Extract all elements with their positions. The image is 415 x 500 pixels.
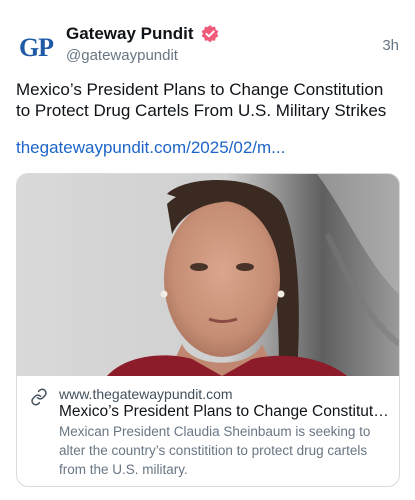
card-domain: www.thegatewaypundit.com xyxy=(59,386,233,402)
avatar[interactable]: GP xyxy=(16,28,56,68)
timestamp[interactable]: 3h xyxy=(382,37,399,54)
avatar-logo: GP xyxy=(18,33,54,62)
post-text: Mexico’s President Plans to Change Const… xyxy=(16,80,387,120)
author-name-row: Gateway Pundit xyxy=(66,24,220,44)
handle[interactable]: @gatewaypundit xyxy=(66,47,178,64)
verified-badge-icon xyxy=(201,25,218,43)
card-description: Mexican President Claudia Sheinbaum is s… xyxy=(59,424,371,477)
post-link[interactable]: thegatewaypundit.com/2025/02/m... xyxy=(16,138,285,158)
article-image xyxy=(17,174,399,376)
link-preview-card[interactable]: www.thegatewaypundit.com Mexico’s Presid… xyxy=(16,173,400,487)
post: GP Gateway Pundit @gatewaypundit 3h Mexi… xyxy=(0,0,415,500)
link-icon xyxy=(31,388,47,406)
display-name[interactable]: Gateway Pundit xyxy=(66,24,194,44)
card-title[interactable]: Mexico’s President Plans to Change Const… xyxy=(59,403,389,421)
